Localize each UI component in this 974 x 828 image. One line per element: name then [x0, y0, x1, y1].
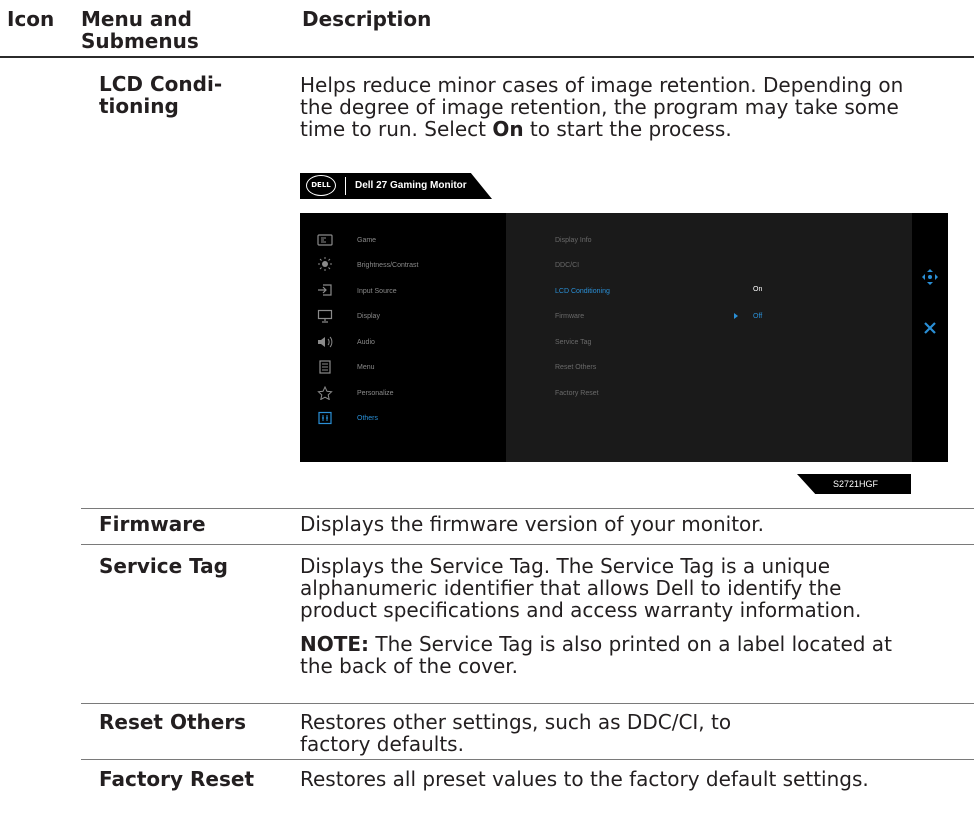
desc-line: Displays the firmware version of your mo… — [300, 512, 765, 536]
submenu-lcd-line2: tioning — [99, 94, 179, 118]
input-source-icon — [318, 284, 332, 296]
header-menu-line1: Menu and — [81, 7, 192, 31]
others-icon — [318, 411, 332, 425]
selection-arrow-icon — [734, 313, 738, 319]
header-menu: Menu and Submenus — [81, 8, 199, 52]
description-factory-reset: Restores all preset values to the factor… — [300, 768, 960, 790]
osd-sub-lcd-conditioning[interactable]: LCD Conditioning — [555, 288, 610, 295]
osd-menu-personalize[interactable]: Personalize — [357, 390, 394, 397]
submenu-lcd-line1: LCD Condi- — [99, 72, 223, 96]
submenu-factory-reset: Factory Reset — [99, 767, 254, 791]
description-service-tag: Displays the Service Tag. The Service Ta… — [300, 555, 960, 677]
submenu-reset-others: Reset Others — [99, 710, 247, 734]
desc-line: factory defaults. — [300, 732, 464, 756]
row-divider — [81, 544, 974, 545]
desc-line: Helps reduce minor cases of image retent… — [300, 73, 904, 97]
menu-icon — [319, 360, 331, 374]
description-reset-others: Restores other settings, such as DDC/CI,… — [300, 711, 960, 755]
row-divider — [81, 508, 974, 509]
osd-header-divider — [345, 177, 346, 195]
osd-title: Dell 27 Gaming Monitor — [355, 180, 467, 191]
header-description: Description — [302, 7, 432, 31]
display-icon — [317, 309, 333, 323]
osd-menu-audio[interactable]: Audio — [357, 339, 375, 346]
osd-control-column — [912, 213, 948, 462]
desc-line: time to run. Select On to start the proc… — [300, 118, 960, 140]
osd-sub-reset-others[interactable]: Reset Others — [555, 364, 596, 371]
desc-bold: On — [492, 117, 524, 141]
osd-sub-display-info[interactable]: Display Info — [555, 237, 592, 244]
brightness-icon — [318, 257, 332, 271]
osd-menu-display[interactable]: Display — [357, 313, 380, 320]
header-rule — [0, 56, 974, 58]
header-menu-line2: Submenus — [81, 29, 199, 53]
row-divider — [81, 759, 974, 760]
desc-text: time to run. Select — [300, 117, 493, 141]
close-icon[interactable] — [922, 320, 938, 336]
note-line: the back of the cover. — [300, 654, 518, 678]
desc-line: alphanumeric identifier that allows Dell… — [300, 576, 842, 600]
osd-menu-game[interactable]: Game — [357, 237, 376, 244]
description-firmware: Displays the firmware version of your mo… — [300, 513, 960, 535]
osd-menu-brightness-contrast[interactable]: Brightness/Contrast — [357, 262, 418, 269]
game-icon — [317, 234, 333, 246]
model-number: S2721HGF — [833, 479, 879, 489]
osd-menu-menu[interactable]: Menu — [357, 364, 375, 371]
osd-option-on[interactable]: On — [753, 286, 762, 293]
osd-option-off[interactable]: Off — [753, 313, 762, 320]
description-lcd-conditioning: Helps reduce minor cases of image retent… — [300, 74, 960, 140]
osd-sub-ddc-ci[interactable]: DDC/CI — [555, 262, 579, 269]
desc-line: Displays the Service Tag. The Service Ta… — [300, 554, 831, 578]
desc-line: product specifications and access warran… — [300, 598, 862, 622]
desc-line: Restores other settings, such as DDC/CI,… — [300, 710, 732, 734]
osd-sub-factory-reset[interactable]: Factory Reset — [555, 390, 599, 397]
desc-line: Restores all preset values to the factor… — [300, 767, 869, 791]
submenu-service-tag: Service Tag — [99, 554, 228, 578]
osd-sub-service-tag[interactable]: Service Tag — [555, 339, 591, 346]
desc-text: to start the process. — [523, 117, 732, 141]
note-text: The Service Tag is also printed on a lab… — [369, 632, 892, 656]
note-label: NOTE: — [300, 632, 370, 656]
desc-line: the degree of image retention, the progr… — [300, 95, 899, 119]
header-icon: Icon — [7, 7, 55, 31]
dell-logo: DELL — [306, 175, 336, 196]
note-line: NOTE: The Service Tag is also printed on… — [300, 633, 960, 655]
osd-menu-others[interactable]: Others — [357, 415, 378, 422]
osd-sub-firmware[interactable]: Firmware — [555, 313, 584, 320]
audio-icon — [318, 336, 333, 348]
navigate-icon[interactable] — [921, 268, 939, 286]
submenu-lcd-conditioning: LCD Condi- tioning — [99, 73, 222, 117]
osd-menu-input-source[interactable]: Input Source — [357, 288, 397, 295]
star-icon — [317, 386, 333, 400]
row-divider — [81, 703, 974, 704]
submenu-firmware: Firmware — [99, 512, 206, 536]
